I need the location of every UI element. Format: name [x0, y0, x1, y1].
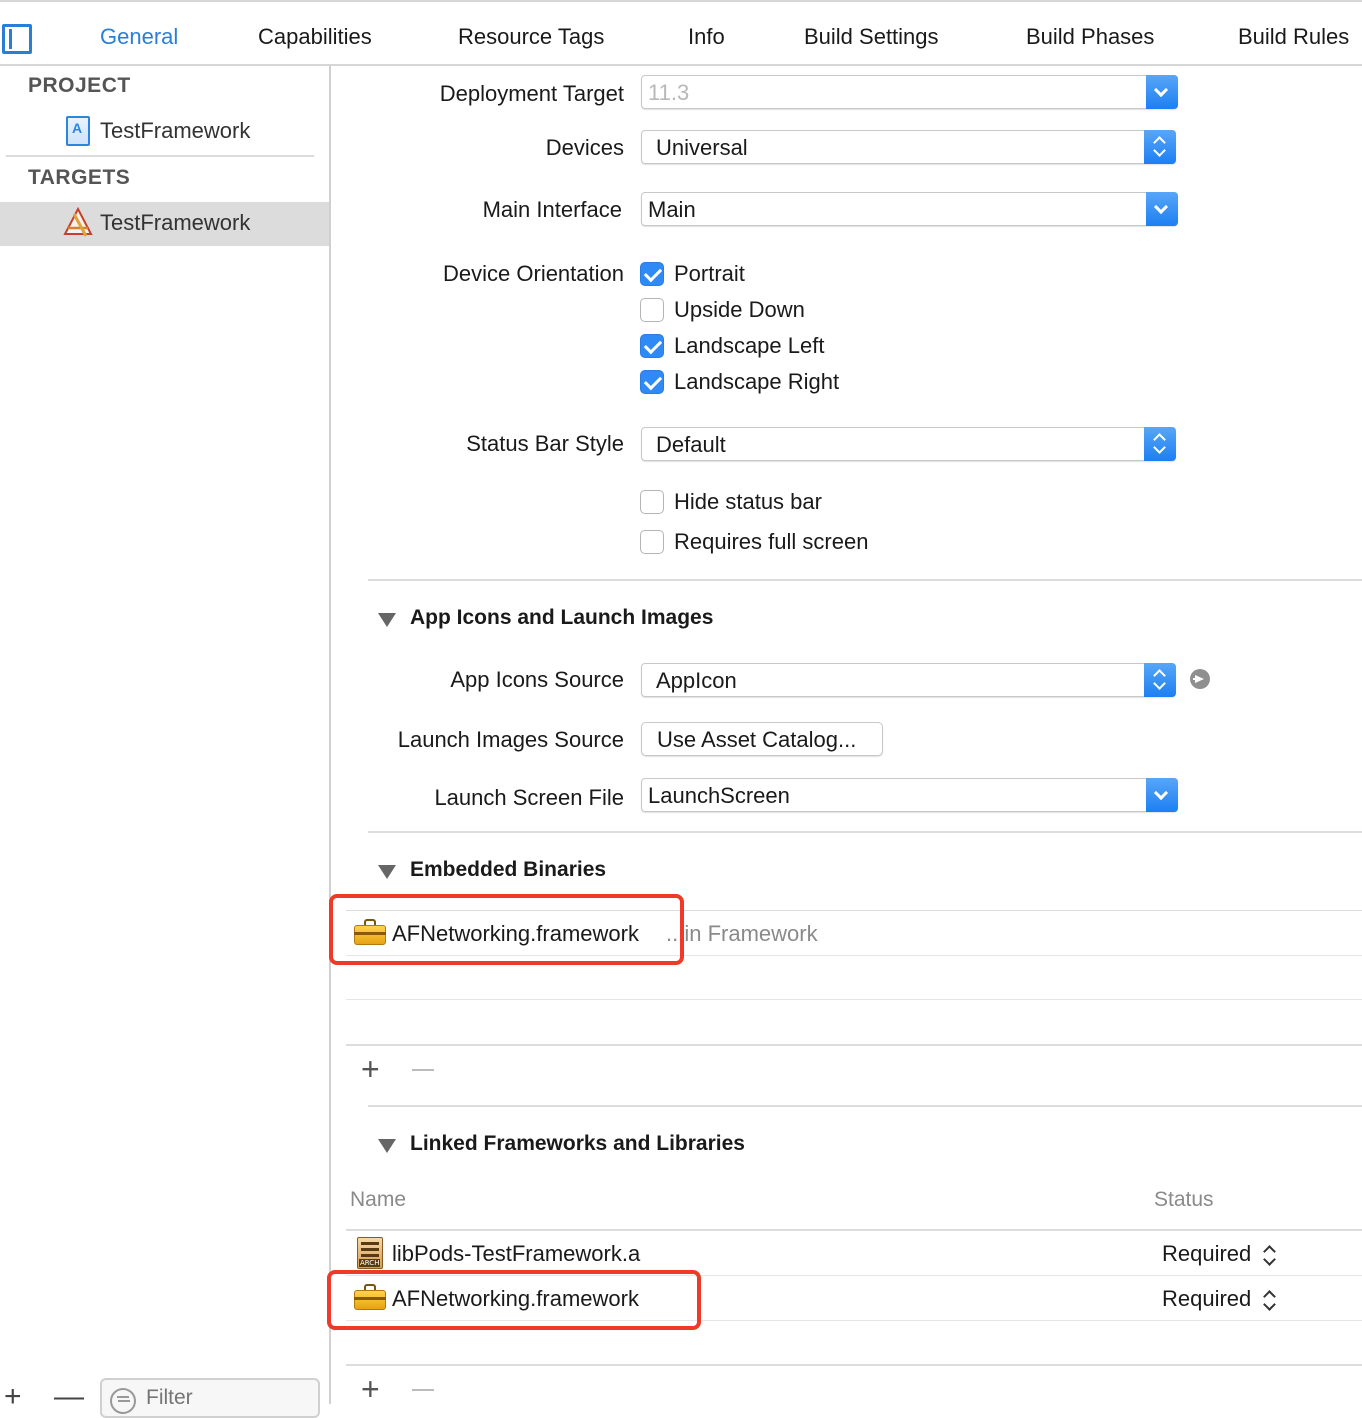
table-bottom-border: [346, 1044, 1362, 1046]
launch-screen-file-combo[interactable]: LaunchScreen: [641, 778, 1178, 812]
tab-build-settings[interactable]: Build Settings: [804, 24, 939, 50]
use-asset-catalog-label: Use Asset Catalog...: [657, 727, 857, 752]
sidebar-item-project[interactable]: TestFramework: [0, 110, 329, 154]
linked-frameworks-section-title: Linked Frameworks and Libraries: [410, 1132, 745, 1155]
remove-target-button[interactable]: —: [54, 1380, 84, 1414]
chevron-down-icon[interactable]: [1146, 778, 1178, 812]
targets-heading: TARGETS: [28, 166, 131, 189]
deployment-target-label: Deployment Target: [439, 81, 624, 106]
use-asset-catalog-button[interactable]: Use Asset Catalog...: [641, 722, 883, 756]
up-down-arrows-icon[interactable]: [1262, 1288, 1276, 1314]
linked-framework-status[interactable]: Required: [1162, 1286, 1251, 1312]
table-row[interactable]: libPods-TestFramework.a Required: [346, 1231, 1362, 1275]
deployment-target-combo[interactable]: 11.3: [641, 75, 1178, 109]
tab-capabilities[interactable]: Capabilities: [258, 24, 372, 50]
main-interface-label: Main Interface: [482, 197, 622, 222]
status-bar-style-value: Default: [656, 432, 726, 457]
app-target-icon: [63, 206, 93, 237]
project-target-sidebar: PROJECT TestFramework TARGETS TestFramew…: [0, 66, 331, 1404]
launch-images-source-label: Launch Images Source: [397, 727, 624, 752]
column-header-name[interactable]: Name: [350, 1188, 406, 1212]
embedded-binaries-section-title: Embedded Binaries: [410, 858, 607, 881]
deployment-target-value: 11.3: [648, 80, 690, 105]
project-heading: PROJECT: [28, 74, 131, 97]
up-down-arrows-icon: [1144, 663, 1176, 697]
upside-down-checkbox[interactable]: [640, 298, 664, 322]
sidebar-divider: [6, 155, 314, 157]
table-bottom-border: [346, 1364, 1362, 1366]
status-bar-style-popup[interactable]: Default: [641, 427, 1176, 461]
tab-general[interactable]: General: [100, 24, 178, 50]
highlight-box: [327, 1270, 701, 1330]
highlight-box: [329, 894, 684, 965]
up-down-arrows-icon: [1144, 427, 1176, 461]
sidebar-item-target[interactable]: TestFramework: [0, 202, 329, 246]
status-bar-style-label: Status Bar Style: [466, 431, 624, 456]
linked-library-name: libPods-TestFramework.a: [392, 1241, 641, 1266]
project-file-icon: [66, 116, 90, 146]
section-divider: [368, 579, 1362, 581]
portrait-label: Portrait: [674, 261, 745, 286]
main-interface-value: Main: [648, 197, 696, 222]
tab-build-rules[interactable]: Build Rules: [1238, 24, 1349, 50]
launch-screen-file-value: LaunchScreen: [648, 783, 790, 808]
portrait-checkbox[interactable]: [640, 262, 664, 286]
tab-info[interactable]: Info: [688, 24, 725, 50]
add-target-button[interactable]: +: [4, 1380, 22, 1414]
filter-input[interactable]: [146, 1386, 306, 1410]
add-linked-framework-button[interactable]: +: [361, 1373, 380, 1405]
hide-status-bar-checkbox[interactable]: [640, 490, 664, 514]
devices-value: Universal: [656, 135, 748, 160]
launch-screen-file-label: Launch Screen File: [434, 785, 624, 810]
up-down-arrows-icon: [1144, 130, 1176, 164]
remove-linked-framework-button[interactable]: [412, 1389, 434, 1391]
sidebar-item-label: TestFramework: [100, 118, 251, 143]
embedded-binary-location: ...in Framework: [666, 921, 818, 946]
landscape-right-label: Landscape Right: [674, 369, 840, 394]
tab-build-phases[interactable]: Build Phases: [1026, 24, 1154, 50]
table-row-divider: [346, 999, 1362, 1000]
chevron-down-icon[interactable]: [1146, 75, 1178, 109]
remove-embedded-binary-button[interactable]: [412, 1069, 434, 1071]
app-icons-section-title: App Icons and Launch Images: [410, 606, 714, 629]
main-interface-combo[interactable]: Main: [641, 192, 1178, 226]
static-library-archive-icon: [357, 1237, 383, 1269]
section-divider: [368, 831, 1362, 833]
requires-full-screen-checkbox[interactable]: [640, 530, 664, 554]
go-to-asset-arrow-icon[interactable]: [1190, 669, 1210, 689]
app-icons-source-value: AppIcon: [656, 668, 737, 693]
editor-tab-bar: General Capabilities Resource Tags Info …: [0, 0, 1362, 66]
app-icons-source-popup[interactable]: AppIcon: [641, 663, 1176, 697]
app-icons-source-label: App Icons Source: [450, 667, 624, 692]
linked-library-status[interactable]: Required: [1162, 1241, 1251, 1267]
sidebar-item-label: TestFramework: [100, 210, 251, 235]
filter-icon: [110, 1388, 136, 1414]
requires-full-screen-label: Requires full screen: [674, 529, 869, 554]
column-header-status[interactable]: Status: [1154, 1188, 1214, 1212]
disclosure-triangle-icon[interactable]: [378, 613, 396, 627]
disclosure-triangle-icon[interactable]: [378, 865, 396, 879]
upside-down-label: Upside Down: [674, 297, 805, 322]
landscape-right-checkbox[interactable]: [640, 370, 664, 394]
devices-popup[interactable]: Universal: [641, 130, 1176, 164]
device-orientation-label: Device Orientation: [443, 261, 624, 286]
add-embedded-binary-button[interactable]: +: [361, 1053, 380, 1085]
up-down-arrows-icon[interactable]: [1262, 1243, 1276, 1269]
tab-resource-tags[interactable]: Resource Tags: [458, 24, 604, 50]
devices-label: Devices: [545, 135, 624, 160]
section-divider: [368, 1105, 1362, 1107]
disclosure-triangle-icon[interactable]: [378, 1139, 396, 1153]
chevron-down-icon[interactable]: [1146, 192, 1178, 226]
landscape-left-label: Landscape Left: [674, 333, 825, 358]
sidebar-filter-field[interactable]: [100, 1378, 320, 1418]
sidebar-toggle-icon[interactable]: [2, 24, 32, 54]
landscape-left-checkbox[interactable]: [640, 334, 664, 358]
hide-status-bar-label: Hide status bar: [674, 489, 822, 514]
